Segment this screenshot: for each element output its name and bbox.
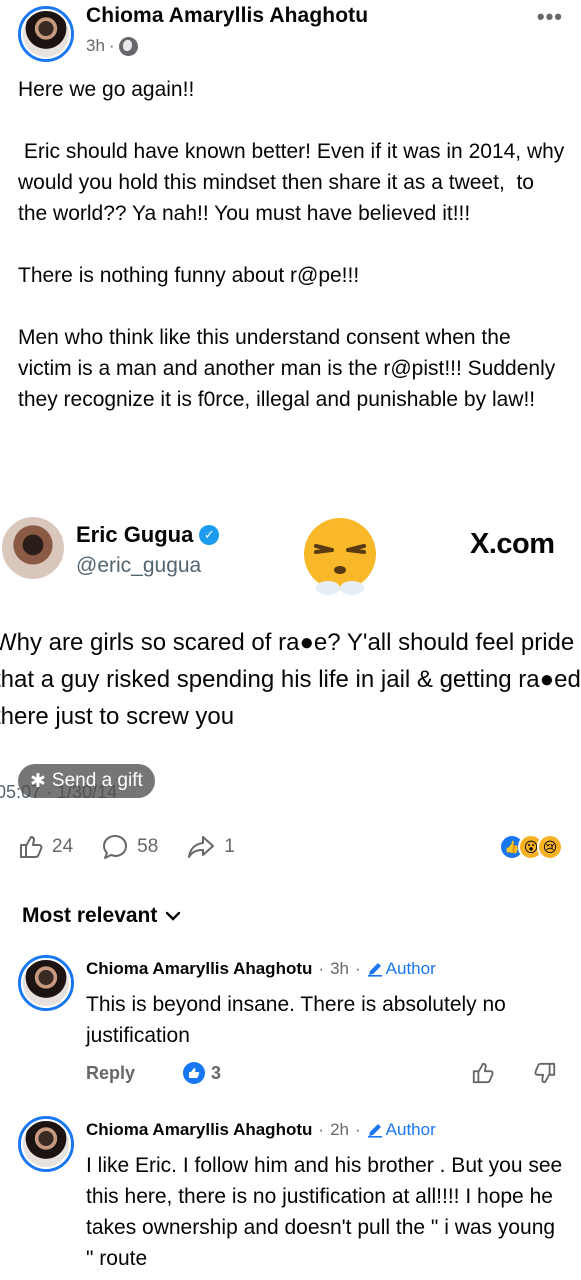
more-options-button[interactable]: ••• [537, 4, 563, 30]
send-gift-button[interactable]: ✱ Send a gift [18, 764, 155, 798]
thumbs-down-icon[interactable] [533, 1061, 557, 1085]
thumbs-up-icon[interactable] [471, 1061, 495, 1085]
commenter-avatar[interactable] [18, 1116, 74, 1172]
reaction-summary[interactable]: 👍 😮 😢 [499, 834, 563, 860]
post-header: Chioma Amaryllis Ahaghotu 3h · ••• [0, 0, 581, 64]
author-badge: Author [367, 1120, 436, 1140]
share-button[interactable]: 1 [186, 834, 235, 860]
author-avatar[interactable] [18, 6, 74, 62]
tweet-text: Why are girls so scared of ra●e? Y'all s… [0, 629, 581, 730]
like-button[interactable]: 24 [18, 834, 73, 860]
comment-header: Chioma Amaryllis Ahaghotu · 2h · Author [86, 1120, 436, 1140]
share-count: 1 [224, 836, 235, 857]
comment-bubble-icon [103, 835, 128, 859]
reply-button[interactable]: Reply [86, 1063, 135, 1084]
frustrated-face-emoji-icon [304, 518, 376, 595]
comment-text: This is beyond insane. There is absolute… [86, 993, 506, 1047]
author-badge: Author [367, 959, 436, 979]
comment-time[interactable]: 3h [330, 959, 349, 979]
comment-header: Chioma Amaryllis Ahaghotu · 3h · Author [86, 959, 436, 979]
tweet-author-row: Eric Gugua ✓ [76, 522, 220, 548]
post-text: Here we go again!! Eric should have know… [18, 74, 568, 446]
gift-icon: ✱ [30, 770, 46, 792]
post-paragraph: There is nothing funny about r@pe!!! [18, 264, 360, 287]
comment-count: 58 [137, 836, 159, 857]
share-arrow-icon [188, 836, 215, 858]
comment-item: Chioma Amaryllis Ahaghotu · 3h · Author … [0, 955, 581, 1095]
commenter-avatar[interactable] [18, 955, 74, 1011]
tweet-image[interactable]: Eric Gugua ✓ @eric_gugua X.com Why are g… [0, 502, 581, 802]
globe-icon [118, 36, 138, 56]
sort-label: Most relevant [22, 904, 158, 927]
like-reaction-icon [183, 1062, 206, 1084]
post-author-name[interactable]: Chioma Amaryllis Ahaghotu [86, 4, 368, 28]
pencil-icon [367, 1124, 382, 1138]
comment-item: Chioma Amaryllis Ahaghotu · 2h · Author … [0, 1116, 581, 1280]
x-com-logo: X.com [470, 528, 555, 560]
comment-actions: Reply 3 [86, 1062, 221, 1084]
commenter-name[interactable]: Chioma Amaryllis Ahaghotu [86, 959, 312, 979]
pencil-icon [367, 963, 382, 977]
comment-text: I like Eric. I follow him and his brothe… [86, 1154, 563, 1270]
thumbs-up-icon [20, 836, 43, 858]
comment-button[interactable]: 58 [101, 833, 158, 861]
sad-reaction-icon: 😢 [537, 834, 563, 860]
comment-sort-dropdown[interactable]: Most relevant [22, 904, 181, 928]
verified-badge-icon: ✓ [199, 525, 220, 545]
like-count: 24 [52, 836, 74, 857]
post-paragraph: Men who think like this understand conse… [18, 326, 562, 411]
post-action-bar: 24 58 1 [18, 830, 253, 864]
commenter-name[interactable]: Chioma Amaryllis Ahaghotu [86, 1120, 312, 1140]
comment-reaction-buttons [471, 1061, 557, 1085]
post-meta: 3h · [86, 36, 138, 56]
post-paragraph: Eric should have known better! Even if i… [18, 140, 571, 225]
tweet-author-name: Eric Gugua [76, 522, 194, 547]
tweet-handle: @eric_gugua [76, 554, 202, 577]
post-paragraph: Here we go again!! [18, 78, 195, 101]
tweet-author-avatar [2, 517, 64, 579]
comment-time[interactable]: 2h [330, 1120, 349, 1140]
comment-like-count[interactable]: 3 [183, 1062, 221, 1084]
chevron-down-icon [166, 911, 181, 921]
send-gift-label: Send a gift [51, 770, 143, 791]
post-time[interactable]: 3h [86, 36, 105, 56]
